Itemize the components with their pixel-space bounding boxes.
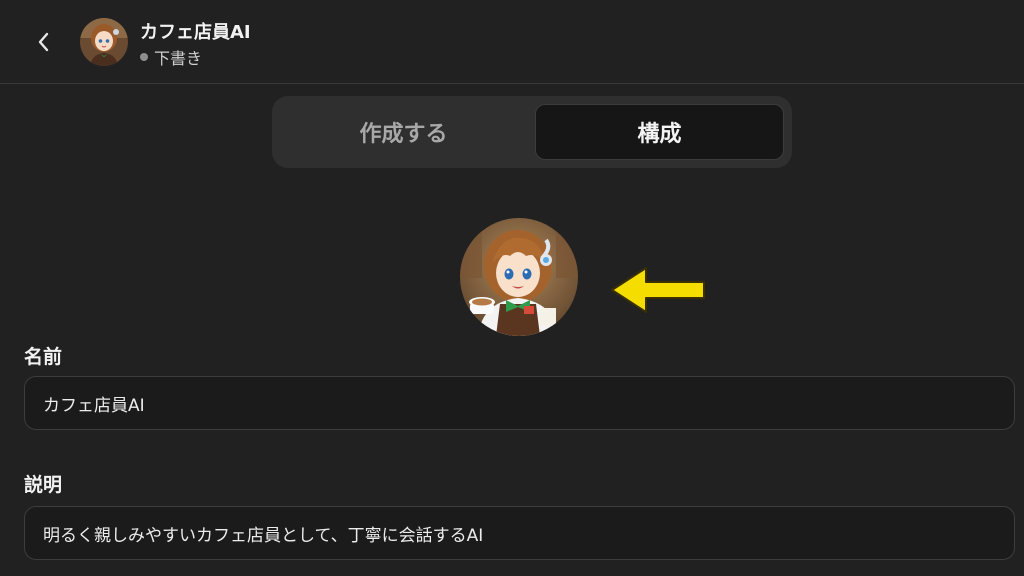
tab-configure[interactable]: 構成 [535,104,784,160]
status-dot-icon [140,53,148,61]
tab-create[interactable]: 作成する [280,104,527,160]
header-avatar [80,18,128,66]
draft-status: 下書き [140,45,202,69]
back-button[interactable] [30,28,58,56]
arrow-left-icon [611,267,705,313]
mode-tabs: 作成する 構成 [272,96,792,168]
status-label: 下書き [154,49,203,68]
gpt-title: カフェ店員AI [140,22,251,43]
description-label: 説明 [24,474,63,496]
gpt-avatar-image[interactable] [460,218,578,336]
description-field[interactable] [24,506,1015,560]
name-label: 名前 [24,346,63,368]
top-bar: カフェ店員AI 下書き [0,0,1024,84]
name-field[interactable] [24,376,1015,430]
chevron-left-icon [38,32,49,52]
